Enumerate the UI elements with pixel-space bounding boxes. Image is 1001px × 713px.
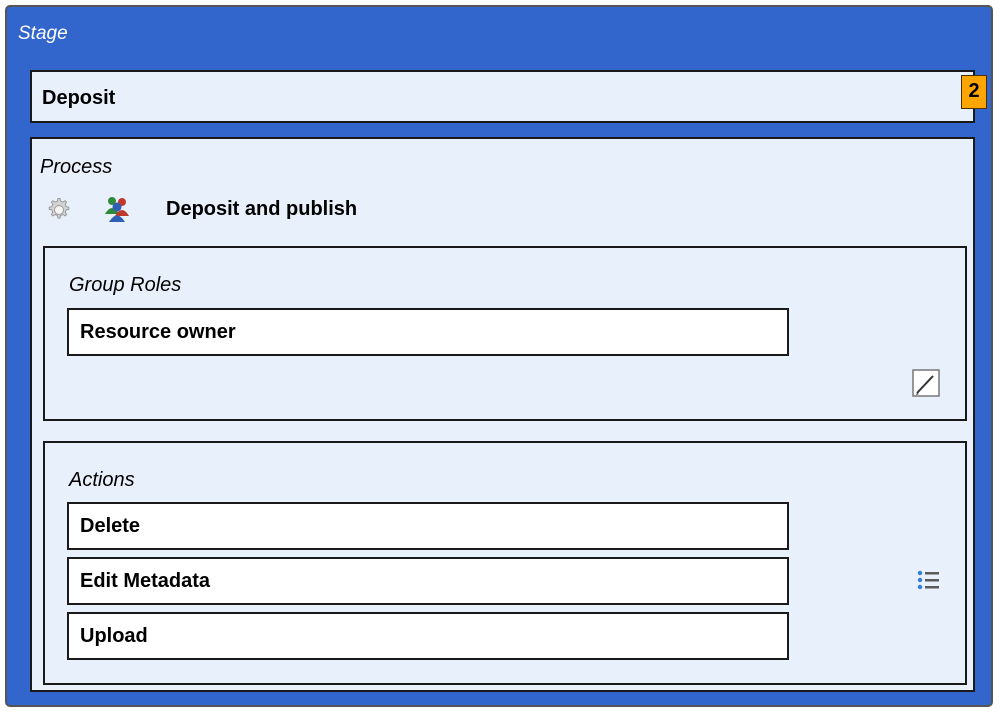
action-item-delete[interactable]: Delete	[67, 502, 789, 550]
stage-title: Stage	[18, 23, 68, 44]
stage-name-bar[interactable]: Deposit 2	[30, 70, 987, 123]
group-roles-panel: Group Roles Resource owner	[43, 246, 967, 421]
process-name[interactable]: Deposit and publish	[166, 198, 357, 221]
action-item-edit-metadata[interactable]: Edit Metadata	[67, 557, 789, 605]
group-users-icon	[105, 197, 129, 222]
actions-title: Actions	[69, 469, 135, 491]
list-icon[interactable]	[917, 569, 941, 591]
actions-panel: Actions Delete Edit Metadata Upload	[43, 441, 967, 685]
stage-order-badge: 2	[961, 75, 987, 109]
action-item-upload[interactable]: Upload	[67, 612, 789, 660]
process-row: Deposit and publish	[40, 194, 540, 224]
process-title: Process	[40, 156, 113, 178]
group-roles-title: Group Roles	[69, 274, 182, 296]
gear-icon[interactable]	[44, 195, 72, 223]
group-role-item[interactable]: Resource owner	[67, 308, 789, 356]
stage-name: Deposit	[42, 87, 116, 109]
process-panel: Process Deposit and publish Group Roles …	[30, 137, 975, 692]
edit-pencil-icon[interactable]	[911, 368, 941, 398]
